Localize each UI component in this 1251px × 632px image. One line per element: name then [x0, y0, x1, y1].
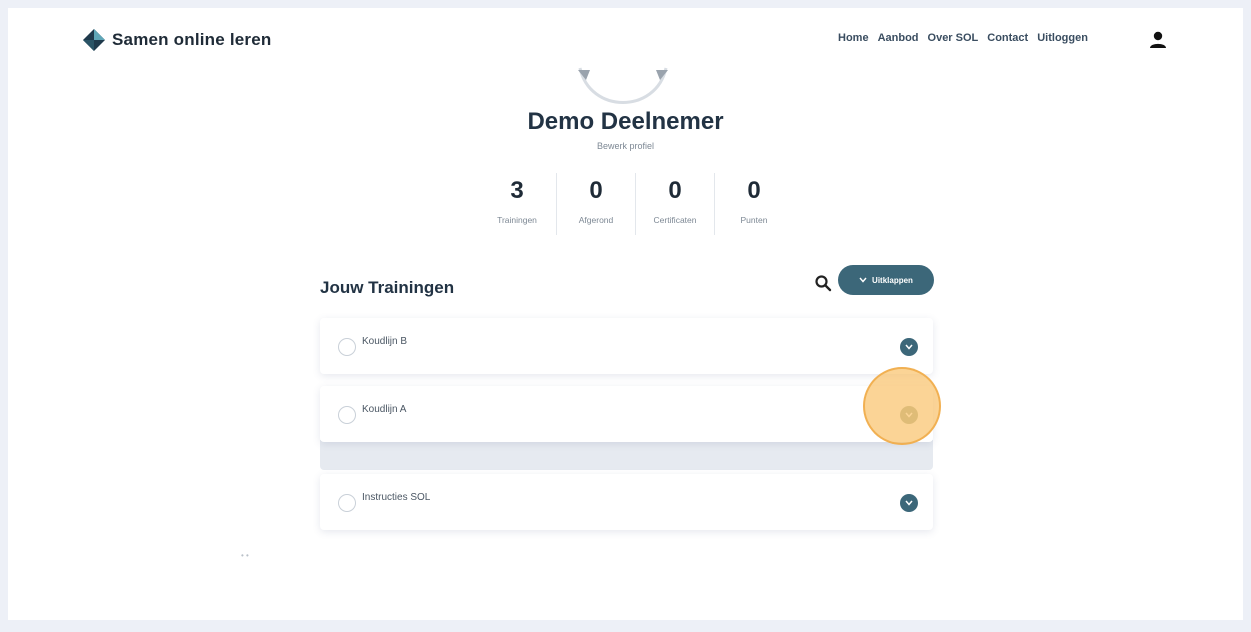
nav-home[interactable]: Home: [838, 32, 869, 44]
profile-name: Demo Deelnemer: [527, 108, 724, 135]
stat-label: Afgerond: [578, 215, 614, 225]
main-nav: Home Aanbod Over SOL Contact Uitloggen: [838, 32, 1088, 44]
stat-trainingen: 3 Trainingen: [478, 173, 557, 235]
click-highlight-marker: [863, 367, 941, 445]
training-status-radio[interactable]: [338, 338, 356, 356]
expand-all-label: Uitklappen: [872, 275, 913, 285]
avatar-image: [578, 67, 668, 104]
page-frame: Samen online leren Home Aanbod Over SOL …: [8, 8, 1243, 620]
training-status-radio[interactable]: [338, 494, 356, 512]
nav-aanbod[interactable]: Aanbod: [878, 32, 919, 44]
stat-value: 3: [510, 177, 524, 204]
training-name: Koudlijn A: [362, 404, 407, 415]
stat-value: 0: [589, 177, 603, 204]
stat-label: Certificaten: [653, 215, 697, 225]
stat-value: 0: [668, 177, 682, 204]
training-card-koudlijn-b[interactable]: Koudlijn B: [320, 318, 933, 374]
chevron-down-icon: [905, 344, 913, 350]
user-icon[interactable]: [1148, 30, 1168, 50]
stat-label: Trainingen: [497, 215, 537, 225]
expand-all-button[interactable]: Uitklappen: [838, 265, 934, 295]
training-name: Koudlijn B: [362, 336, 408, 347]
expand-toggle[interactable]: [900, 338, 918, 356]
chevron-down-icon: [905, 500, 913, 506]
expand-toggle[interactable]: [900, 494, 918, 512]
stats-row: 3 Trainingen 0 Afgerond 0 Certificaten 0…: [478, 173, 793, 235]
nav-over-sol[interactable]: Over SOL: [928, 32, 979, 44]
nav-contact[interactable]: Contact: [987, 32, 1028, 44]
training-card-koudlijn-a[interactable]: Koudlijn A: [320, 386, 933, 442]
edit-profile-link[interactable]: Bewerk profiel: [8, 141, 1243, 151]
stat-label: Punten: [740, 215, 768, 225]
nav-uitloggen[interactable]: Uitloggen: [1037, 32, 1088, 44]
search-icon[interactable]: [814, 274, 832, 292]
chevron-down-icon: [859, 277, 867, 283]
stat-afgerond: 0 Afgerond: [557, 173, 636, 235]
stat-certificaten: 0 Certificaten: [636, 173, 715, 235]
training-card-instructies-sol[interactable]: Instructies SOL: [320, 474, 933, 530]
footer-dots: • •: [241, 551, 249, 560]
trainings-title: Jouw Trainingen: [320, 278, 455, 297]
stat-value: 0: [747, 177, 761, 204]
training-name: Instructies SOL: [362, 492, 431, 503]
training-content-tray: [320, 440, 933, 470]
training-status-radio[interactable]: [338, 406, 356, 424]
brand-name: Samen online leren: [112, 30, 272, 49]
diamond-logo-icon: [83, 29, 105, 51]
brand-logo[interactable]: Samen online leren: [82, 28, 271, 52]
stat-punten: 0 Punten: [715, 173, 793, 235]
